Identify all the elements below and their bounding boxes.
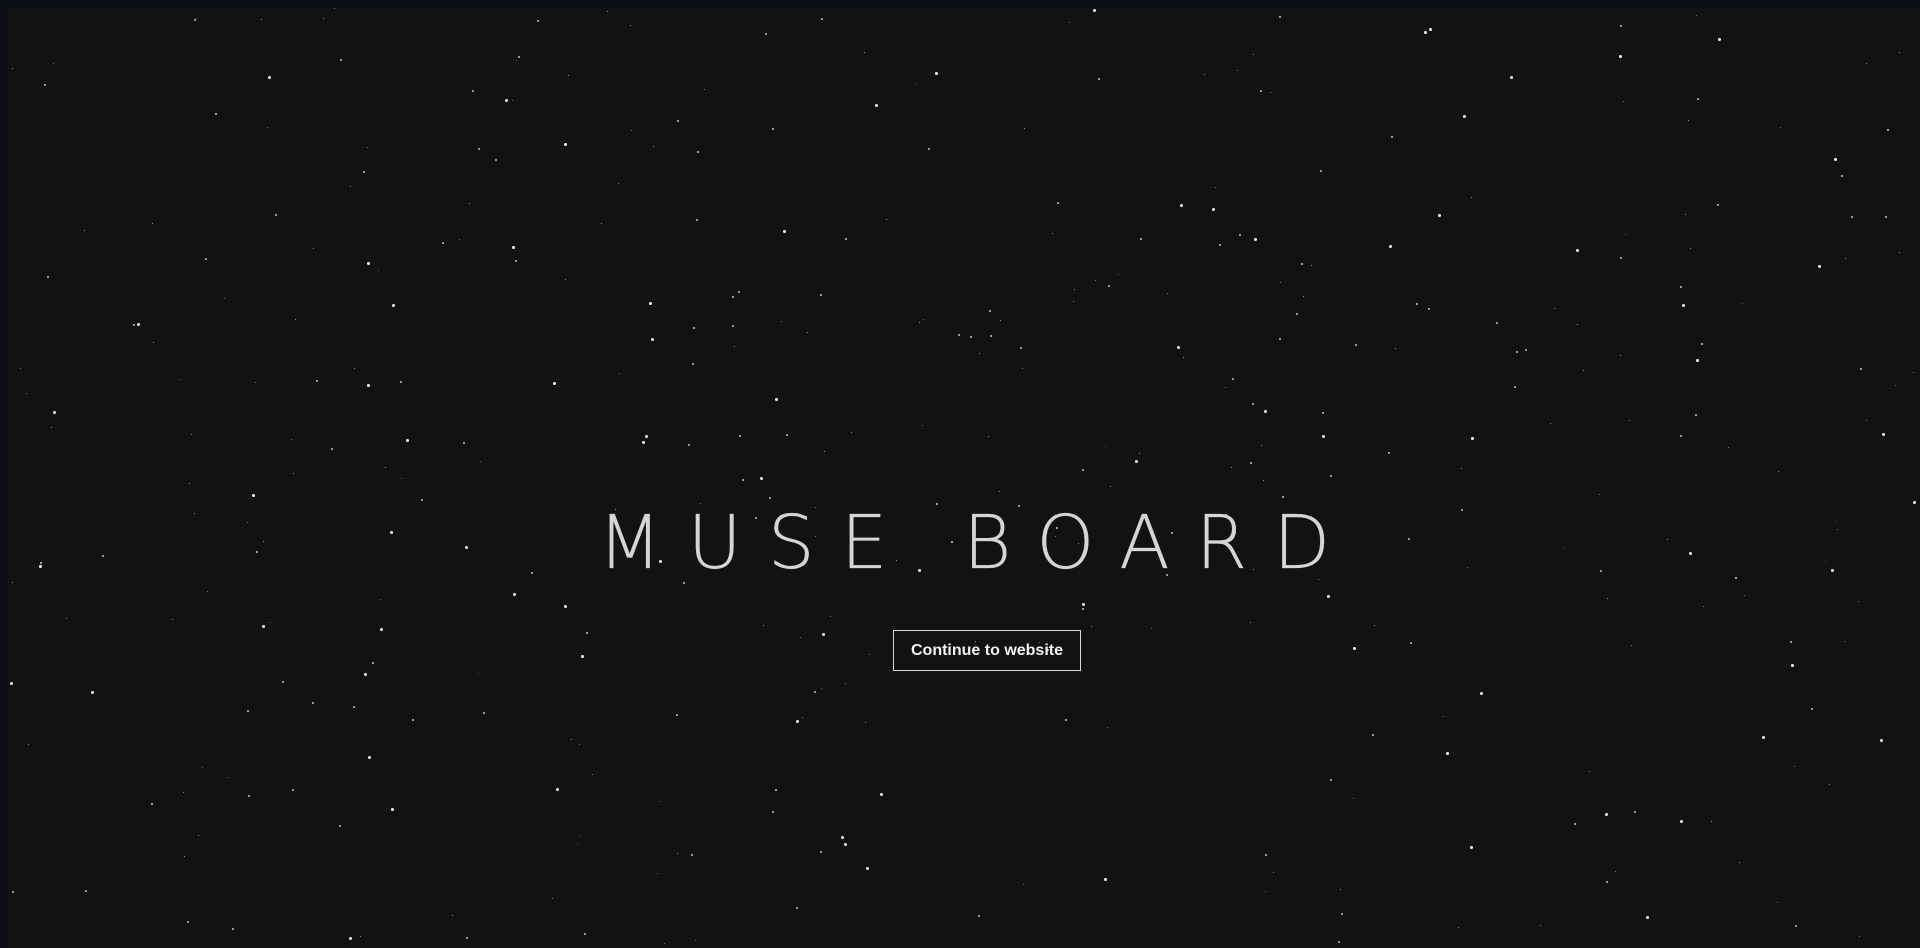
splash-screen: MUSE BOARD Continue to website — [8, 8, 1920, 948]
continue-to-website-button[interactable]: Continue to website — [893, 630, 1081, 671]
hero-section: MUSE BOARD Continue to website — [8, 8, 1920, 948]
site-title: MUSE BOARD — [597, 500, 1357, 586]
